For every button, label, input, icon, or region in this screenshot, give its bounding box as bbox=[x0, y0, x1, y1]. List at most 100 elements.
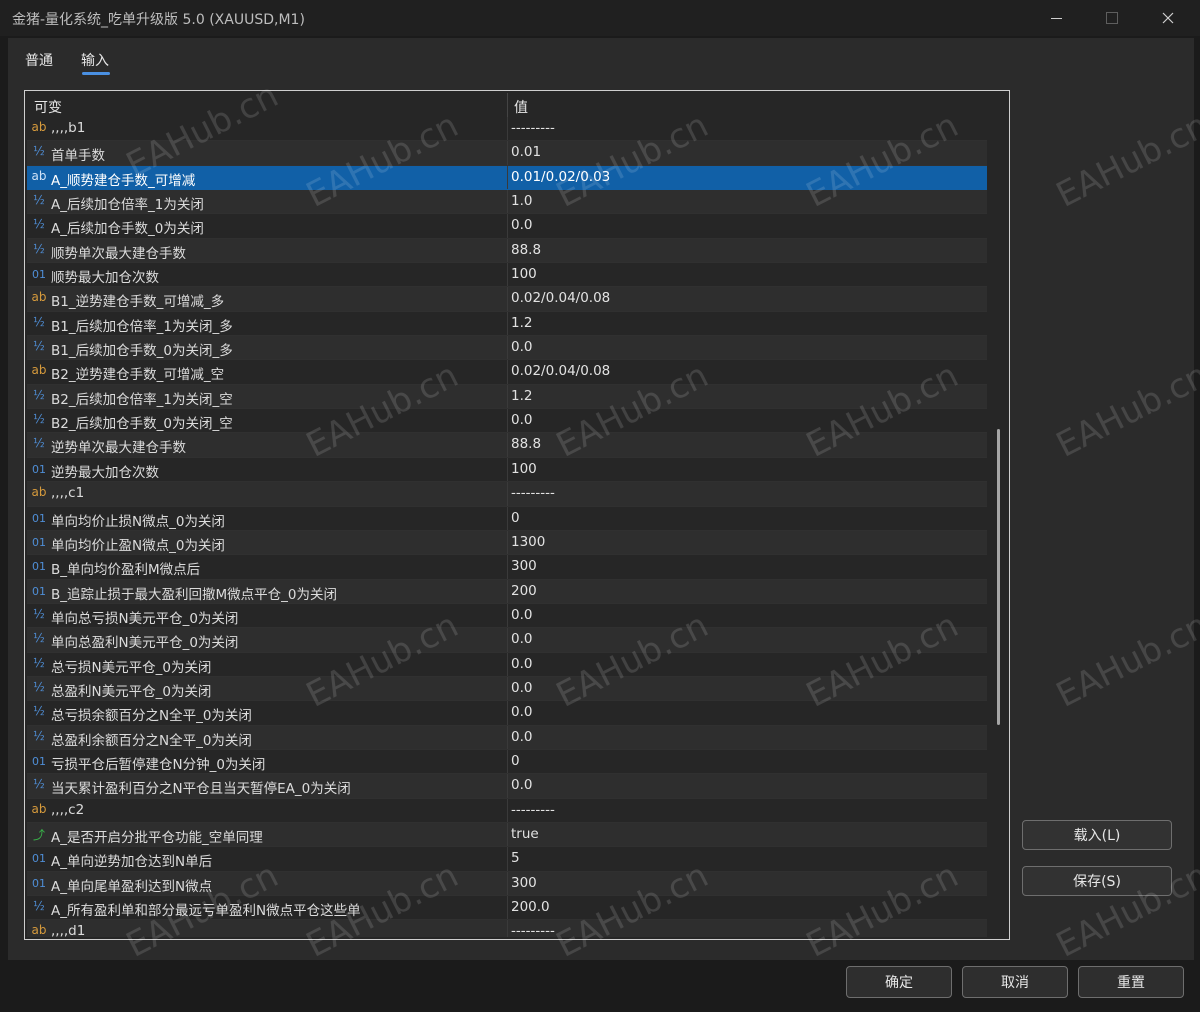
table-row[interactable]: ½ A_后续加仓手数_0为关闭 0.0 bbox=[27, 214, 987, 239]
parameter-name: ,,,,d1 bbox=[51, 923, 86, 937]
table-row[interactable]: ½ 总亏损N美元平仓_0为关闭 0.0 bbox=[27, 652, 987, 677]
parameter-value[interactable]: true bbox=[511, 826, 539, 842]
title-bar: 金猪-量化系统_吃单升级版 5.0 (XAUUSD,M1) bbox=[0, 0, 1200, 36]
parameter-name: 总亏损N美元平仓_0为关闭 bbox=[51, 659, 212, 676]
table-row[interactable]: ½ B2_后续加仓倍率_1为关闭_空 1.2 bbox=[27, 384, 987, 410]
scrollbar-thumb[interactable] bbox=[997, 429, 1000, 725]
parameter-value[interactable]: 1.0 bbox=[511, 193, 532, 209]
table-row[interactable]: 01 A_单向逆势加仓达到N单后 5 bbox=[27, 847, 987, 872]
table-row[interactable]: 01 亏损平仓后暂停建仓N分钟_0为关闭 0 bbox=[27, 749, 987, 775]
parameter-value[interactable]: 0 bbox=[511, 753, 520, 769]
table-row[interactable]: ½ 单向总亏损N美元平仓_0为关闭 0.0 bbox=[27, 603, 987, 629]
column-divider[interactable] bbox=[507, 93, 508, 117]
parameter-value[interactable]: 200.0 bbox=[511, 899, 550, 915]
tab-common[interactable]: 普通 bbox=[25, 50, 53, 70]
parameter-value[interactable]: 0.02/0.04/0.08 bbox=[511, 363, 610, 379]
table-row[interactable]: ½ 逆势单次最大建仓手数 88.8 bbox=[27, 433, 987, 458]
table-row[interactable]: ab ,,,,c2 --------- bbox=[27, 798, 987, 823]
tab-inputs[interactable]: 输入 bbox=[81, 50, 109, 70]
parameter-value[interactable]: 0.0 bbox=[511, 777, 532, 793]
parameter-value[interactable]: 0.0 bbox=[511, 680, 532, 696]
table-row[interactable]: 01 顺势最大加仓次数 100 bbox=[27, 263, 987, 288]
cancel-button[interactable]: 取消 bbox=[962, 966, 1068, 998]
parameter-value[interactable]: 300 bbox=[511, 875, 537, 891]
parameter-value[interactable]: 5 bbox=[511, 850, 520, 866]
maximize-button[interactable] bbox=[1084, 0, 1140, 36]
parameter-value[interactable]: 100 bbox=[511, 461, 537, 477]
table-row[interactable]: 01 逆势最大加仓次数 100 bbox=[27, 457, 987, 483]
parameter-value[interactable]: --------- bbox=[511, 485, 555, 501]
table-row[interactable]: ½ B1_后续加仓手数_0为关闭_多 0.0 bbox=[27, 336, 987, 361]
window-title: 金猪-量化系统_吃单升级版 5.0 (XAUUSD,M1) bbox=[12, 12, 305, 28]
parameter-value[interactable]: 1.2 bbox=[511, 315, 532, 331]
parameter-value[interactable]: 0.0 bbox=[511, 729, 532, 745]
parameter-value[interactable]: 0.02/0.04/0.08 bbox=[511, 290, 610, 306]
parameter-value[interactable]: 100 bbox=[511, 266, 537, 282]
double-type-icon: ½ bbox=[33, 655, 45, 670]
column-header-value[interactable]: 值 bbox=[514, 97, 528, 117]
parameter-value[interactable]: 1.2 bbox=[511, 388, 532, 404]
active-tab-indicator bbox=[82, 72, 110, 75]
table-row[interactable]: ½ B2_后续加仓手数_0为关闭_空 0.0 bbox=[27, 409, 987, 434]
table-row[interactable]: ½ 顺势单次最大建仓手数 88.8 bbox=[27, 238, 987, 264]
table-row[interactable]: ½ B1_后续加仓倍率_1为关闭_多 1.2 bbox=[27, 311, 987, 337]
parameter-value[interactable]: 0.0 bbox=[511, 607, 532, 623]
parameter-value[interactable]: 88.8 bbox=[511, 242, 541, 258]
table-row[interactable]: 01 B_追踪止损于最大盈利回撤M微点平仓_0为关闭 200 bbox=[27, 579, 987, 604]
load-button[interactable]: 载入(L) bbox=[1022, 820, 1172, 850]
table-row[interactable]: ½ 总亏损余额百分之N全平_0为关闭 0.0 bbox=[27, 701, 987, 726]
table-row[interactable]: ½ 总盈利余额百分之N全平_0为关闭 0.0 bbox=[27, 725, 987, 750]
column-header-variable[interactable]: 可变 bbox=[34, 97, 62, 117]
parameter-value[interactable]: --------- bbox=[511, 923, 555, 937]
cell-divider bbox=[507, 676, 508, 701]
table-row[interactable]: ½ A_后续加仓倍率_1为关闭 1.0 bbox=[27, 190, 987, 215]
string-type-icon: ab bbox=[31, 168, 47, 183]
integer-type-icon: 01 bbox=[32, 462, 46, 476]
parameter-value[interactable]: 1300 bbox=[511, 534, 545, 550]
parameter-value[interactable]: 0 bbox=[511, 510, 520, 526]
double-type-icon: ½ bbox=[33, 704, 45, 719]
vertical-scrollbar[interactable] bbox=[991, 91, 1007, 939]
parameter-value[interactable]: --------- bbox=[511, 120, 555, 136]
table-row[interactable]: 01 单向均价止盈N微点_0为关闭 1300 bbox=[27, 530, 987, 556]
parameter-name: 总盈利N美元平仓_0为关闭 bbox=[51, 683, 212, 700]
parameter-value[interactable]: 0.01 bbox=[511, 144, 541, 160]
parameter-value[interactable]: 300 bbox=[511, 558, 537, 574]
close-button[interactable] bbox=[1140, 0, 1196, 36]
parameter-value[interactable]: --------- bbox=[511, 802, 555, 818]
table-row[interactable]: ab ,,,,c1 --------- bbox=[27, 482, 987, 507]
ok-button[interactable]: 确定 bbox=[846, 966, 952, 998]
table-row[interactable]: ½ A_所有盈利单和部分最远亏单盈利N微点平仓这些单 200.0 bbox=[27, 896, 987, 921]
save-button[interactable]: 保存(S) bbox=[1022, 866, 1172, 896]
table-row[interactable]: ½ 总盈利N美元平仓_0为关闭 0.0 bbox=[27, 676, 987, 702]
cell-divider bbox=[507, 749, 508, 774]
table-row[interactable]: ab ,,,,b1 --------- bbox=[27, 117, 987, 142]
parameter-name: 单向均价止盈N微点_0为关闭 bbox=[51, 537, 225, 554]
dialog-body: 普通 输入 可变 值 ab ,,,,b1 --------- ½ 首单手数 0.01 ab A… bbox=[8, 38, 1194, 960]
table-row[interactable]: ⤴ A_是否开启分批平仓功能_空单同理 true bbox=[27, 822, 987, 848]
reset-button[interactable]: 重置 bbox=[1078, 966, 1184, 998]
table-row[interactable]: 01 单向均价止损N微点_0为关闭 0 bbox=[27, 506, 987, 531]
parameter-value[interactable]: 0.0 bbox=[511, 631, 532, 647]
table-row[interactable]: ab ,,,,d1 --------- bbox=[27, 920, 987, 937]
string-type-icon: ab bbox=[31, 485, 47, 500]
table-row[interactable]: ab B2_逆势建仓手数_可增减_空 0.02/0.04/0.08 bbox=[27, 360, 987, 385]
parameter-value[interactable]: 0.0 bbox=[511, 656, 532, 672]
table-row[interactable]: ½ 单向总盈利N美元平仓_0为关闭 0.0 bbox=[27, 628, 987, 653]
cell-divider bbox=[507, 165, 508, 190]
table-row[interactable]: 01 B_单向均价盈利M微点后 300 bbox=[27, 555, 987, 580]
table-row[interactable]: ½ 当天累计盈利百分之N平仓且当天暂停EA_0为关闭 0.0 bbox=[27, 774, 987, 799]
parameter-value[interactable]: 200 bbox=[511, 583, 537, 599]
parameter-value[interactable]: 0.01/0.02/0.03 bbox=[511, 169, 610, 185]
parameter-value[interactable]: 0.0 bbox=[511, 339, 532, 355]
parameter-value[interactable]: 0.0 bbox=[511, 217, 532, 233]
minimize-button[interactable] bbox=[1028, 0, 1084, 36]
integer-type-icon: 01 bbox=[32, 560, 46, 574]
parameter-value[interactable]: 88.8 bbox=[511, 436, 541, 452]
table-row[interactable]: ab A_顺势建仓手数_可增减 0.01/0.02/0.03 bbox=[27, 165, 987, 191]
table-row[interactable]: ½ 首单手数 0.01 bbox=[27, 141, 987, 166]
parameter-value[interactable]: 0.0 bbox=[511, 704, 532, 720]
parameter-value[interactable]: 0.0 bbox=[511, 412, 532, 428]
table-row[interactable]: 01 A_单向尾单盈利达到N微点 300 bbox=[27, 871, 987, 896]
table-row[interactable]: ab B1_逆势建仓手数_可增减_多 0.02/0.04/0.08 bbox=[27, 287, 987, 312]
